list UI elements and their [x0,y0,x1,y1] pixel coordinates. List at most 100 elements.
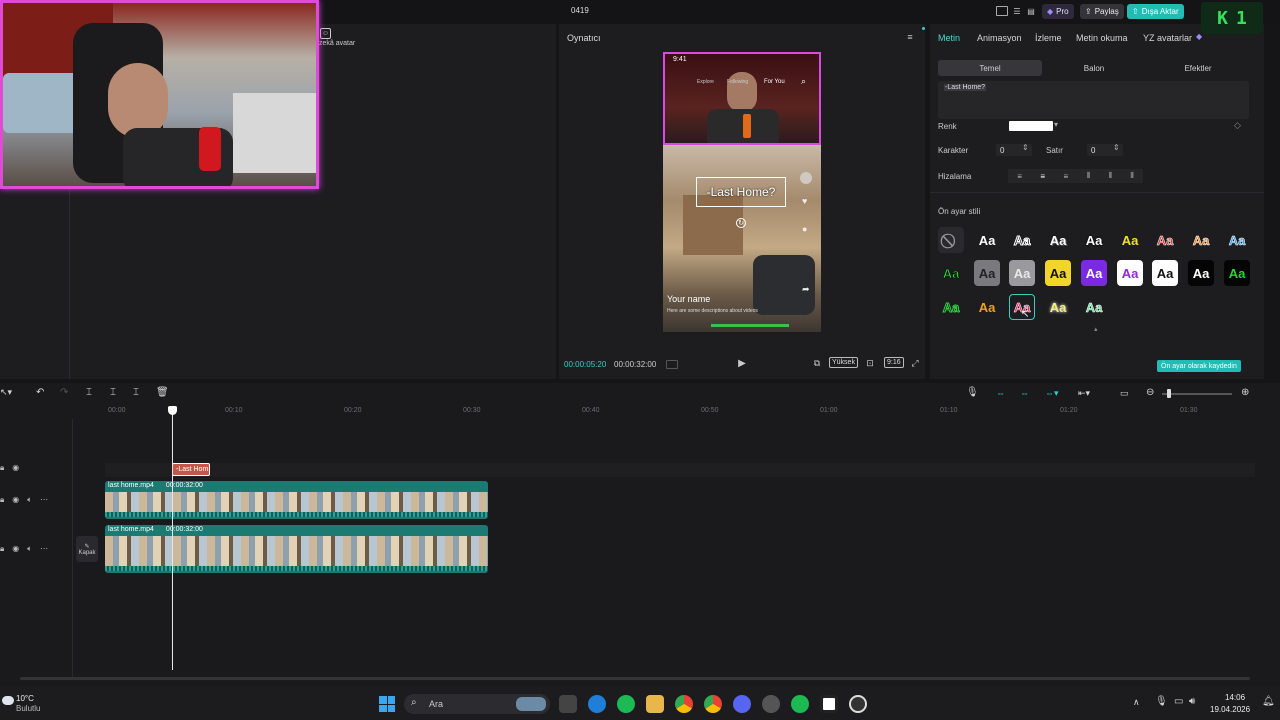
stepper-icon[interactable]: ⇕ [1113,143,1120,152]
text-clip[interactable]: -Last Hom [172,463,210,476]
playhead-handle[interactable] [168,406,177,415]
task-view-icon[interactable] [559,695,577,713]
preset-none-icon[interactable]: ⃠ [938,227,964,253]
delete-icon[interactable]: 🗑︎ [156,387,169,398]
track-lock-icon[interactable]: 🔒︎ [0,463,4,473]
crop-icon[interactable]: ⧉ [811,357,823,369]
screen-icon[interactable]: ▭ [1120,388,1129,399]
align-bottom-icon[interactable]: ⫴ [1130,171,1133,181]
preset-style[interactable]: Aa [1081,294,1107,320]
track-eye-icon[interactable]: ◉ [12,544,19,554]
network-icon[interactable]: ▭ [1174,696,1183,707]
cursor-select-icon[interactable]: ↖▾ [0,387,12,398]
chevron-up-icon[interactable]: ∧ [1133,697,1140,708]
fullscreen-icon[interactable]: ⤢ [909,357,921,369]
tab-tracking[interactable]: İzleme [1035,33,1062,43]
preset-style[interactable]: Aa [938,260,964,286]
magnet-icon[interactable]: ⇔ [996,388,1005,398]
pro-button[interactable]: ◆ Pro [1042,4,1074,19]
split-right-icon[interactable]: ⌶ [133,387,139,398]
preset-style[interactable]: Aa [1081,227,1107,253]
preset-style[interactable]: Aa [1117,260,1143,286]
cover-button[interactable]: ✎ Kapak [76,536,98,562]
save-preset-button[interactable]: Ön ayar olarak kaydedin [1157,360,1241,372]
preset-style[interactable]: Aa [1152,260,1178,286]
notification-icon[interactable]: 🔔︎ [1262,696,1275,707]
tab-animation[interactable]: Animasyon [977,33,1022,43]
video-clip[interactable]: last home.mp4 00:00:32:00 [105,481,488,519]
preset-style[interactable]: Aa [974,294,1000,320]
timecode-icon[interactable] [666,360,678,369]
subtab-basic[interactable]: Temel [938,60,1042,76]
fit-icon[interactable]: ⊡ [864,357,876,369]
avatar-icon[interactable]: ☺ [320,28,331,39]
align-track-icon[interactable]: ⇤▾ [1078,388,1090,399]
chevron-up-icon[interactable]: ▴ [1094,325,1098,333]
video-preview[interactable]: 9:41 Explore Following For You ⌕ -Last H… [663,52,821,332]
track-lock-icon[interactable]: 🔒︎ [0,495,4,505]
layers-icon[interactable]: ▤ [1026,5,1036,17]
split-icon[interactable]: ⌶ [86,387,92,398]
link-icon[interactable]: ⇔ [1020,388,1029,398]
spotify-icon[interactable] [791,695,809,713]
zoom-in-icon[interactable]: ⊕ [1241,387,1249,398]
subtab-bubble[interactable]: Balon [1042,60,1146,76]
capcut-icon[interactable] [820,695,838,713]
caption-box[interactable]: -Last Home? [696,177,786,207]
play-button[interactable]: ▶ [735,356,749,370]
spotify-icon[interactable] [617,695,635,713]
search-box[interactable]: ⌕ Ara [404,694,550,714]
preset-style[interactable]: Aa [1045,227,1071,253]
track-more-icon[interactable]: ⋯ [40,495,48,505]
preset-style[interactable]: Aa [1045,260,1071,286]
preset-style[interactable]: Aa [1045,294,1071,320]
align-middle-icon[interactable]: ⫴ [1109,171,1112,181]
chevron-down-icon[interactable]: ▾ [1054,120,1058,129]
preset-style[interactable]: Aa [1009,260,1035,286]
preset-style[interactable]: Aa [938,294,964,320]
edge-icon[interactable] [588,695,606,713]
share-button[interactable]: ⇪ Paylaş [1080,4,1124,19]
windows-start-icon[interactable] [379,696,395,712]
preset-style[interactable]: Aa [1152,227,1178,253]
stepper-icon[interactable]: ⇕ [1022,143,1029,152]
steam-icon[interactable] [762,695,780,713]
preview-axis-icon[interactable]: ⇔▾ [1045,388,1059,399]
preset-style[interactable]: Aa [974,227,1000,253]
tab-text-to-speech[interactable]: Metin okuma [1076,33,1128,43]
tab-ai-avatars[interactable]: YZ avatarlar [1143,33,1192,43]
text-input[interactable]: -Last Home? [938,81,1249,119]
redo-icon[interactable]: ↷ [60,387,68,398]
rotate-icon[interactable]: ↻ [736,218,746,228]
file-explorer-icon[interactable] [646,695,664,713]
track-more-icon[interactable]: ⋯ [40,544,48,554]
zoom-slider-handle[interactable] [1167,389,1171,398]
preset-style[interactable]: Aa [1081,260,1107,286]
track-eye-icon[interactable]: ◉ [12,495,19,505]
preset-style[interactable]: Aa [1224,227,1250,253]
preset-style[interactable]: Aa [1188,260,1214,286]
align-right-icon[interactable]: ≡ [1064,172,1069,181]
playhead[interactable] [168,406,177,670]
media-player-icon[interactable] [849,695,867,713]
align-left-icon[interactable]: ≡ [1017,172,1022,181]
main-video-clip[interactable]: last home.mp4 00:00:32:00 [105,525,488,573]
quality-select[interactable]: Yüksek [829,357,858,368]
track-eye-icon[interactable]: ◉ [12,463,19,473]
keyframe-icon[interactable]: ◇ [1234,120,1241,131]
chrome-icon[interactable] [675,695,693,713]
tab-text[interactable]: Metin [938,33,960,43]
preset-style[interactable]: Aa [1117,227,1143,253]
color-swatch[interactable] [1009,121,1053,131]
preset-style[interactable]: Aa [1224,260,1250,286]
ratio-select[interactable]: 9:16 [884,357,904,368]
timeline-scrollbar[interactable] [20,677,1250,680]
layout-icon[interactable] [996,6,1008,16]
align-top-icon[interactable]: ⫴ [1087,171,1090,181]
mic-tray-icon[interactable]: 🎙︎ [1155,696,1168,707]
export-button[interactable]: ⇧ Dışa Aktar [1127,4,1184,19]
track-audio-icon[interactable]: 🔈︎ [27,495,32,505]
discord-icon[interactable] [733,695,751,713]
preset-style[interactable]: Aa [974,260,1000,286]
preset-style[interactable]: Aa [1009,227,1035,253]
